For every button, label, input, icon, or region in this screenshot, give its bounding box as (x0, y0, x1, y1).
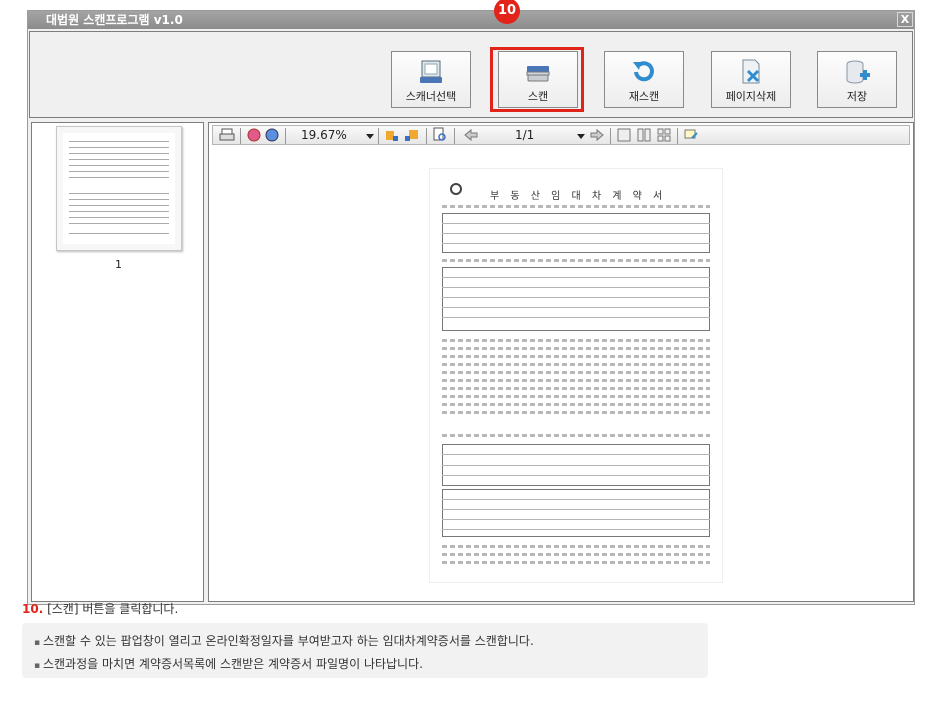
two-page-icon[interactable] (636, 126, 652, 149)
window-title: 대법원 스캔프로그램 v1.0 (46, 13, 183, 27)
rotate-left-icon[interactable] (384, 126, 400, 149)
single-page-icon[interactable] (616, 126, 632, 149)
note-item: 스캔할 수 있는 팝업창이 열리고 온라인확정일자를 부여받고자 하는 임대차계… (34, 631, 696, 654)
scanned-document-preview: 부 동 산 임 대 차 계 약 서 (429, 168, 723, 583)
thumbnail-page-number: 1 (115, 258, 122, 271)
zoom-in-icon[interactable] (246, 126, 262, 149)
step-caption: 10. [스캔] 버튼을 클릭합니다. (22, 600, 178, 617)
print-icon[interactable] (219, 126, 235, 149)
grid-view-icon[interactable] (656, 126, 672, 149)
rotate-right-icon[interactable] (404, 126, 420, 149)
emblem-icon (450, 183, 462, 195)
viewer-toolbar: 19.67% 1/1 (212, 125, 910, 145)
zoom-out-icon[interactable] (264, 126, 280, 149)
close-button[interactable]: X (897, 12, 913, 27)
find-icon[interactable] (432, 126, 448, 149)
page-indicator[interactable]: 1/1 (515, 126, 534, 144)
previous-page-icon[interactable] (463, 126, 479, 149)
scanner-icon (417, 58, 445, 86)
scan-program-window: 대법원 스캔프로그램 v1.0 X 스캐너선택 스캔 재스캔 페이지삭제 저장 … (27, 0, 915, 605)
delete-page-icon (737, 58, 765, 86)
step-text: [스캔] 버튼을 클릭합니다. (43, 602, 179, 616)
step-number: 10. (22, 602, 44, 616)
note-box: 스캔할 수 있는 팝업창이 열리고 온라인확정일자를 부여받고자 하는 임대차계… (22, 623, 708, 678)
zoom-level[interactable]: 19.67% (301, 126, 347, 144)
save-button[interactable]: 저장 (817, 51, 897, 108)
rescan-icon (630, 58, 658, 86)
scanner-select-button[interactable]: 스캐너선택 (391, 51, 471, 108)
document-viewer: 19.67% 1/1 부 동 산 임 대 차 계 약 서 (208, 122, 914, 602)
main-toolbar: 스캐너선택 스캔 재스캔 페이지삭제 저장 (29, 31, 913, 118)
scan-button-highlight (490, 47, 584, 112)
document-title: 부 동 산 임 대 차 계 약 서 (490, 191, 667, 202)
note-item: 스캔과정을 마치면 계약증서목록에 스캔받은 계약증서 파일명이 나타납니다. (34, 654, 696, 677)
annotation-icon[interactable] (683, 126, 699, 149)
save-icon (843, 58, 871, 86)
title-bar: 대법원 스캔프로그램 v1.0 X (28, 11, 914, 29)
rescan-button[interactable]: 재스캔 (604, 51, 684, 108)
thumbnail-panel: 1 (31, 122, 204, 602)
page-dropdown-icon[interactable] (577, 134, 585, 139)
delete-page-button[interactable]: 페이지삭제 (711, 51, 791, 108)
page-thumbnail[interactable] (56, 126, 182, 251)
zoom-dropdown-icon[interactable] (366, 134, 374, 139)
next-page-icon[interactable] (589, 126, 605, 149)
